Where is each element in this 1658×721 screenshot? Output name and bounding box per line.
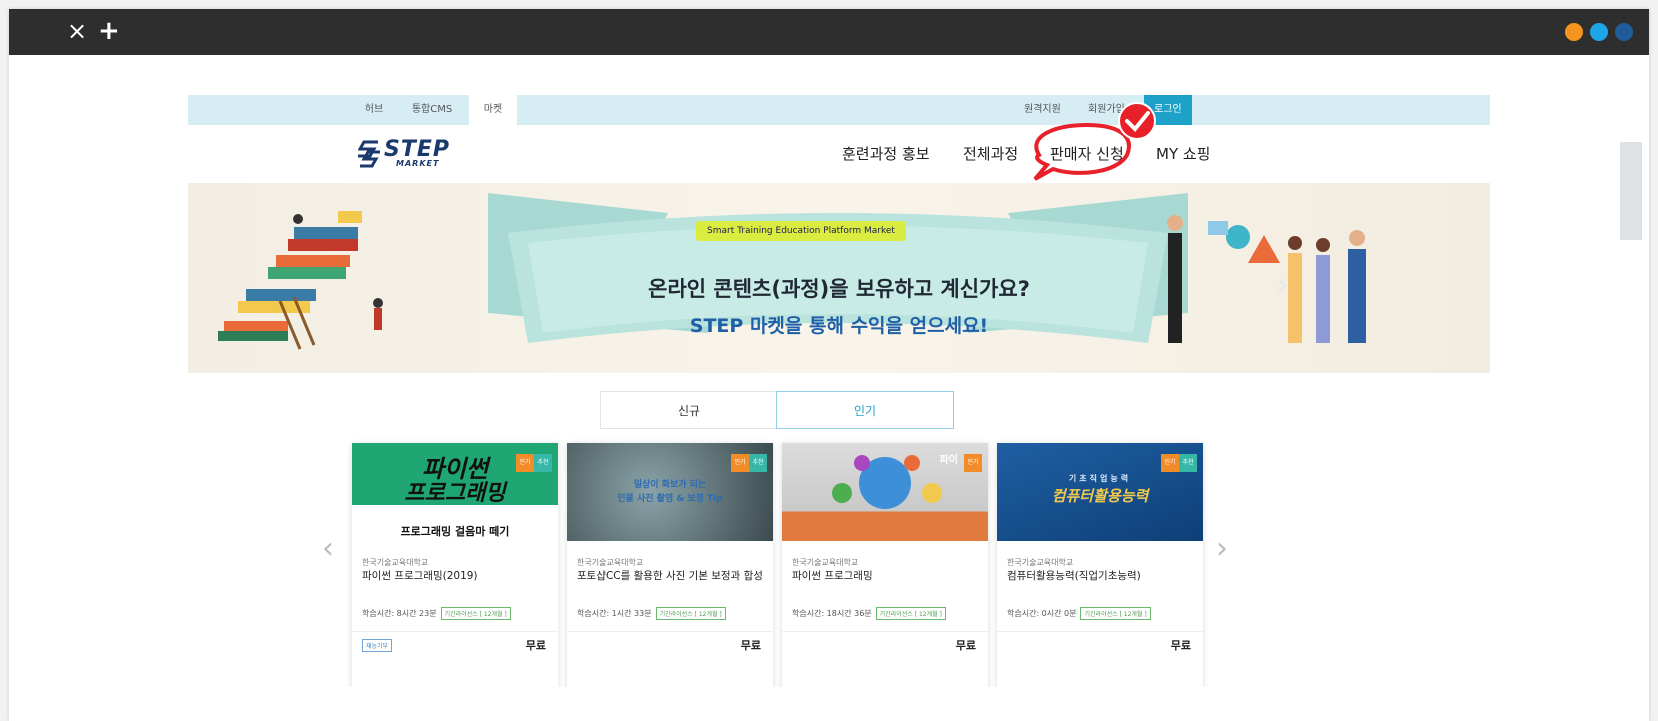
course-thumbnail: 일상이 화보가 되는 인물 사진 촬영 & 보정 Tip 인기 추천 [567, 443, 773, 541]
banner-headline: 온라인 콘텐츠(과정)을 보유하고 계신가요? [648, 277, 1030, 301]
thumb-subtitle: 컴퓨터활용능력 [1051, 487, 1149, 505]
course-time: 학습시간: 18시간 36분 [792, 609, 872, 618]
browser-toolbar: × + [9, 9, 1649, 55]
card-badges: 인기 [964, 449, 982, 472]
util-tab-hub[interactable]: 허브 [354, 95, 394, 125]
thumb-title: 기초직업능력 [1068, 474, 1132, 483]
banner-next-icon[interactable]: › [1276, 265, 1289, 303]
course-time: 학습시간: 1시간 33분 [577, 609, 652, 618]
utility-bar: 허브 통합CMS 마켓 원격지원 회원가입 로그인 [188, 95, 1490, 125]
license-badge: 기간라이선스 [ 12개월 ] [440, 607, 511, 620]
course-price: 무료 [1170, 639, 1191, 652]
course-thumbnail: 파이썬 프로그래밍 프로그래밍 걸음마 떼기 인기 추천 [352, 443, 558, 541]
card-badges: 인기 추천 [731, 449, 767, 472]
course-time: 학습시간: 8시간 23분 [362, 609, 437, 618]
course-card[interactable]: 파이썬 프로그래밍 프로그래밍 걸음마 떼기 인기 추천 한국기술교육대학교 파이… [352, 443, 558, 687]
banner-badge: Smart Training Education Platform Market [696, 221, 906, 241]
close-tab-icon[interactable]: × [67, 17, 87, 45]
course-title: 컴퓨터활용능력(직업기초능력) [1007, 570, 1141, 582]
course-meta: 학습시간: 8시간 23분 기간라이선스 [ 12개월 ] [362, 607, 511, 620]
course-title: 포토샵CC를 활용한 사진 기본 보정과 합성 [577, 570, 763, 582]
badge-recommended: 추천 [1179, 454, 1197, 472]
window-dot-orange[interactable] [1565, 23, 1583, 41]
course-tag: 재능기부 [362, 639, 393, 652]
course-meta: 학습시간: 1시간 33분 기간라이선스 [ 12개월 ] [577, 607, 726, 620]
course-meta: 학습시간: 0시간 0분 기간라이선스 [ 12개월 ] [1007, 607, 1151, 620]
course-thumbnail: 파이 인기 [782, 443, 988, 541]
tab-new[interactable]: 신규 [600, 391, 778, 429]
thumb-title: 일상이 화보가 되는 [633, 480, 707, 490]
course-card[interactable]: 일상이 화보가 되는 인물 사진 촬영 & 보정 Tip 인기 추천 한국기술교육… [567, 443, 773, 687]
course-price: 무료 [740, 639, 761, 652]
badge-recommended: 추천 [534, 454, 552, 472]
thumb-subtitle: 프로그래밍 [404, 481, 506, 506]
card-divider [567, 631, 773, 632]
thumb-subtitle: 인물 사진 촬영 & 보정 Tip [617, 494, 723, 504]
card-badges: 인기 추천 [516, 449, 552, 472]
card-divider [782, 631, 988, 632]
carousel-prev-icon[interactable]: ‹ [322, 531, 334, 566]
browser-window: × + 허브 통합CMS 마켓 원격지원 회원가입 로그인 STEP MARKE… [9, 9, 1649, 721]
step-market-logo[interactable]: STEP MARKET [358, 137, 458, 173]
course-time: 학습시간: 0시간 0분 [1007, 609, 1077, 618]
course-title: 파이썬 프로그래밍(2019) [362, 570, 478, 582]
card-divider [352, 631, 558, 632]
util-tab-cms[interactable]: 통합CMS [402, 95, 462, 125]
hero-banner[interactable]: Smart Training Education Platform Market… [188, 183, 1490, 373]
course-institution: 한국기술교육대학교 [362, 558, 429, 567]
course-card[interactable]: 기초직업능력 컴퓨터활용능력 인기 추천 한국기술교육대학교 컴퓨터활용능력(직업… [997, 443, 1203, 687]
tab-popular[interactable]: 인기 [776, 391, 954, 429]
course-institution: 한국기술교육대학교 [1007, 558, 1074, 567]
badge-popular: 인기 [731, 454, 749, 472]
license-badge: 기간라이선스 [ 12개월 ] [875, 607, 946, 620]
badge-recommended: 추천 [749, 454, 767, 472]
badge-popular: 인기 [516, 454, 534, 472]
logo-subtext: MARKET [396, 159, 440, 168]
annotation-highlight [1033, 102, 1156, 181]
card-badges: 인기 추천 [1161, 449, 1197, 472]
course-institution: 한국기술교육대학교 [792, 558, 859, 567]
course-meta: 학습시간: 18시간 36분 기간라이선스 [ 12개월 ] [792, 607, 946, 620]
license-badge: 기간라이선스 [ 12개월 ] [655, 607, 726, 620]
new-tab-icon[interactable]: + [98, 17, 120, 45]
badge-popular: 인기 [1161, 454, 1179, 472]
course-card[interactable]: 파이 인기 한국기술교육대학교 파이썬 프로그래밍 학습시간: 18시간 36분… [782, 443, 988, 687]
course-price: 무료 [525, 639, 546, 652]
nav-all-courses[interactable]: 전체과정 [963, 143, 1018, 164]
window-dot-blue[interactable] [1615, 23, 1633, 41]
util-tab-market[interactable]: 마켓 [469, 95, 517, 125]
thumb-caption: 프로그래밍 걸음마 떼기 [400, 525, 510, 538]
course-institution: 한국기술교육대학교 [577, 558, 644, 567]
site-header: STEP MARKET 훈련과정 홍보 전체과정 판매자 신청 MY 쇼핑 [188, 125, 1490, 183]
check-icon [1118, 102, 1156, 140]
window-dot-cyan[interactable] [1590, 23, 1608, 41]
logo-s-icon [358, 140, 380, 168]
course-thumbnail: 기초직업능력 컴퓨터활용능력 인기 추천 [997, 443, 1203, 541]
banner-subheadline: STEP 마켓을 통해 수익을 얻으세요! [689, 315, 989, 337]
course-title: 파이썬 프로그래밍 [792, 570, 873, 582]
course-price: 무료 [955, 639, 976, 652]
web-page: 허브 통합CMS 마켓 원격지원 회원가입 로그인 STEP MARKET 훈련… [188, 95, 1490, 687]
card-divider [997, 631, 1203, 632]
scrollbar-thumb[interactable] [1620, 142, 1642, 240]
thumb-title: 파이 [939, 455, 958, 466]
license-badge: 기간라이선스 [ 12개월 ] [1080, 607, 1151, 620]
nav-training-promo[interactable]: 훈련과정 홍보 [842, 143, 930, 164]
carousel-next-icon[interactable]: › [1216, 531, 1228, 566]
badge-popular: 인기 [964, 454, 982, 472]
